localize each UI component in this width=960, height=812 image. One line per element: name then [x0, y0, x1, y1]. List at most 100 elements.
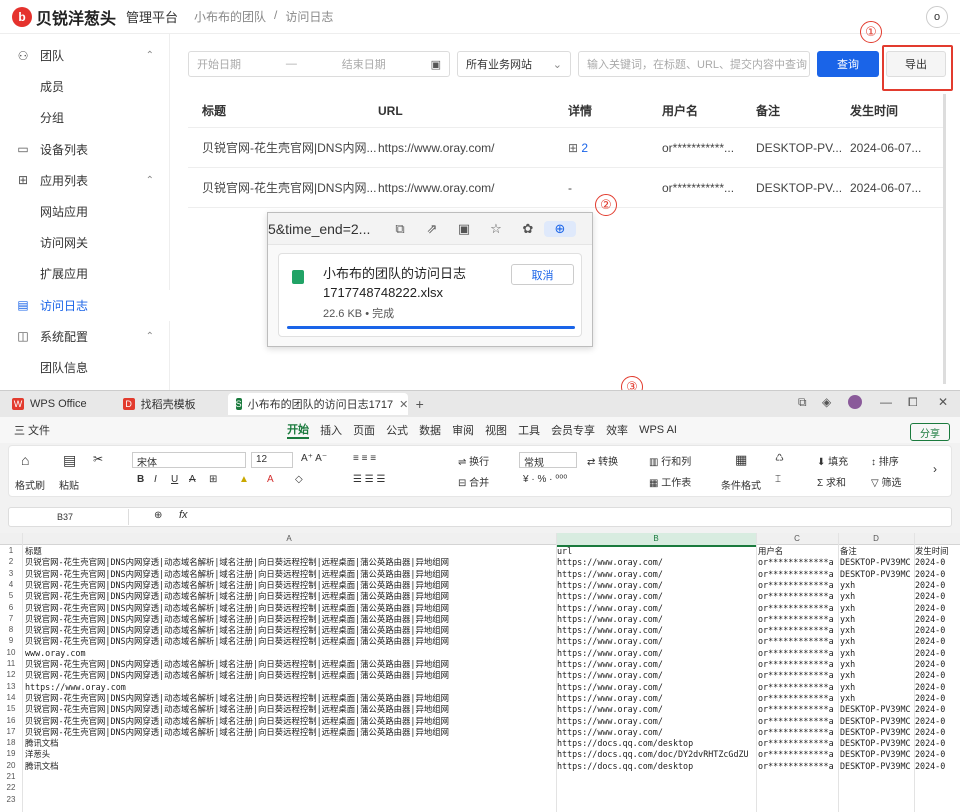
table-row[interactable]: 贝锐官网-花生壳官网|DNS内网... https://www.oray.com… [188, 128, 946, 168]
sheet-cell[interactable]: https://www.oray.com/ [557, 625, 755, 636]
cond-format-label[interactable]: 条件格式 [721, 477, 761, 492]
sheet-cell[interactable]: DESKTOP-PV39MC [840, 569, 914, 580]
cell-detail[interactable]: ⊞ 2 [568, 141, 662, 155]
sheet-cell[interactable]: 贝锐官网-花生壳官网|DNS内网穿透|动态域名解析|域名注册|向日葵远程控制|远… [25, 693, 555, 704]
row-number[interactable]: 20 [0, 761, 22, 770]
scrollbar[interactable] [943, 94, 946, 384]
currency-icon[interactable]: ¥ · % · ⁰⁰⁰ [523, 474, 567, 485]
cube-icon[interactable]: ◈ [822, 395, 831, 409]
sheet-cell[interactable]: yxh [840, 591, 914, 602]
underline-icon[interactable]: U [171, 474, 178, 485]
row-number[interactable]: 22 [0, 783, 22, 792]
sidebar-item[interactable]: ◫ 系统配置 ⌃ [0, 321, 170, 352]
sheet-cell[interactable]: 贝锐官网-花生壳官网|DNS内网穿透|动态域名解析|域名注册|向日葵远程控制|远… [25, 716, 555, 727]
row-number[interactable]: 18 [0, 738, 22, 747]
cell-icon[interactable]: ⌶ [775, 474, 781, 485]
sheet-cell[interactable]: 标题 [25, 546, 555, 557]
sheet-cell[interactable]: DESKTOP-PV39MC [840, 749, 914, 760]
sheet-cell[interactable]: https://www.oray.com/ [557, 704, 755, 715]
start-date-input[interactable]: 开始日期 [197, 56, 241, 72]
row-number[interactable]: 19 [0, 749, 22, 758]
sheet-cell[interactable]: 贝锐官网-花生壳官网|DNS内网穿透|动态域名解析|域名注册|向日葵远程控制|远… [25, 670, 555, 681]
sheet-cell[interactable]: yxh [840, 580, 914, 591]
sheet-cell[interactable]: 贝锐官网-花生壳官网|DNS内网穿透|动态域名解析|域名注册|向日葵远程控制|远… [25, 603, 555, 614]
download-item[interactable]: 小布布的团队的访问日志 1717748748222.xlsx 22.6 KB •… [278, 253, 582, 337]
sheet-cell[interactable]: 2024-0 [915, 557, 959, 568]
menu-item[interactable]: 视图 [485, 422, 507, 438]
filter-button[interactable]: ▽ 筛选 [871, 474, 901, 489]
align-top-icon[interactable]: ≡ ≡ ≡ [353, 453, 376, 464]
merge-button[interactable]: ⊟ 合并 [458, 474, 489, 489]
font-size-select[interactable]: 12 [251, 452, 293, 468]
cell-url[interactable]: https://www.oray.com/ [378, 141, 568, 155]
row-number[interactable]: 23 [0, 795, 22, 804]
sheet-cell[interactable]: 腾讯文档 [25, 738, 555, 749]
window-layout-icon[interactable]: ⧉ [798, 395, 807, 410]
row-number[interactable]: 13 [0, 682, 22, 691]
sort-button[interactable]: ↕ 排序 [871, 453, 899, 468]
maximize-icon[interactable]: ⧠ [908, 395, 918, 410]
cut-icon[interactable]: ✂ [93, 452, 103, 466]
zoom-icon[interactable]: ⊕ [154, 510, 162, 521]
row-number[interactable]: 2 [0, 557, 22, 566]
fill-button[interactable]: ⬇ 填充 [817, 453, 848, 468]
sheet-cell[interactable]: https://www.oray.com/ [557, 727, 755, 738]
paste-label[interactable]: 粘贴 [59, 477, 79, 492]
avatar[interactable]: o [926, 6, 948, 28]
open-tab-icon[interactable]: ⧉ [384, 221, 416, 237]
sheet-cell[interactable]: yxh [840, 636, 914, 647]
sheet-cell[interactable]: https://www.oray.com/ [557, 636, 755, 647]
sheet-cell[interactable]: or************a [758, 716, 838, 727]
sheet-cell[interactable]: https://www.oray.com/ [557, 591, 755, 602]
sheet-cell[interactable]: https://www.oray.com/ [557, 716, 755, 727]
sheet-cell[interactable]: url [557, 546, 755, 557]
cell-url[interactable]: https://www.oray.com/ [378, 181, 568, 195]
menu-item[interactable]: WPS AI [639, 424, 677, 436]
row-number[interactable]: 6 [0, 603, 22, 612]
row-number[interactable]: 11 [0, 659, 22, 668]
sheet-cell[interactable]: 贝锐官网-花生壳官网|DNS内网穿透|动态域名解析|域名注册|向日葵远程控制|远… [25, 625, 555, 636]
row-number[interactable]: 10 [0, 648, 22, 657]
close-icon[interactable]: ✕ [399, 398, 408, 411]
sheet-cell[interactable]: or************a [758, 761, 838, 772]
row-number[interactable]: 7 [0, 614, 22, 623]
col-A[interactable]: A [22, 533, 556, 545]
sheet-cell[interactable]: 2024-0 [915, 569, 959, 580]
menu-item[interactable]: 三 文件 [14, 422, 50, 438]
sidebar-item[interactable]: ⊞ 应用列表 ⌃ [0, 165, 170, 196]
sheet-cell[interactable]: or************a [758, 738, 838, 749]
sheet-cell[interactable]: DESKTOP-PV39MC [840, 738, 914, 749]
format-brush-icon[interactable]: ⌂ [21, 452, 29, 468]
sheet-cell[interactable]: yxh [840, 659, 914, 670]
row-number[interactable]: 3 [0, 569, 22, 578]
sheet-cell[interactable]: 贝锐官网-花生壳官网|DNS内网穿透|动态域名解析|域名注册|向日葵远程控制|远… [25, 727, 555, 738]
sheet-cell[interactable]: or************a [758, 670, 838, 681]
font-grow-icon[interactable]: A⁺ A⁻ [301, 453, 327, 464]
row-number[interactable]: 4 [0, 580, 22, 589]
sheet-cell[interactable]: 2024-0 [915, 716, 959, 727]
sheet-cell[interactable]: 2024-0 [915, 682, 959, 693]
sheet-cell[interactable]: yxh [840, 670, 914, 681]
sheet-cell[interactable]: https://www.oray.com/ [557, 693, 755, 704]
rowcol-button[interactable]: ▥ 行和列 [649, 453, 691, 468]
sheet-cell[interactable]: 贝锐官网-花生壳官网|DNS内网穿透|动态域名解析|域名注册|向日葵远程控制|远… [25, 614, 555, 625]
menu-item[interactable]: 效率 [606, 422, 628, 438]
sheet-cell[interactable]: 2024-0 [915, 591, 959, 602]
row-number[interactable]: 9 [0, 636, 22, 645]
menu-item[interactable]: 审阅 [452, 422, 474, 438]
sheet-cell[interactable]: 2024-0 [915, 648, 959, 659]
sheet-cell[interactable]: https://docs.qq.com/desktop [557, 738, 755, 749]
sheet-cell[interactable]: or************a [758, 648, 838, 659]
sheet-cell[interactable]: yxh [840, 682, 914, 693]
sheet-cell[interactable]: https://www.oray.com/ [557, 580, 755, 591]
row-number[interactable]: 17 [0, 727, 22, 736]
sheet-cell[interactable]: 贝锐官网-花生壳官网|DNS内网穿透|动态域名解析|域名注册|向日葵远程控制|远… [25, 591, 555, 602]
address-url[interactable]: 5&time_end=2... [268, 221, 384, 237]
sheet-cell[interactable]: or************a [758, 591, 838, 602]
sheet-cell[interactable]: https://www.oray.com/ [557, 614, 755, 625]
sidebar-item[interactable]: ▤ 访问日志 [0, 289, 170, 321]
sheet-cell[interactable]: 2024-0 [915, 614, 959, 625]
sidebar-item[interactable]: ⚇ 团队 ⌃ [0, 40, 170, 71]
sheet-cell[interactable]: https://www.oray.com/ [557, 682, 755, 693]
menu-item[interactable]: 插入 [320, 422, 342, 438]
